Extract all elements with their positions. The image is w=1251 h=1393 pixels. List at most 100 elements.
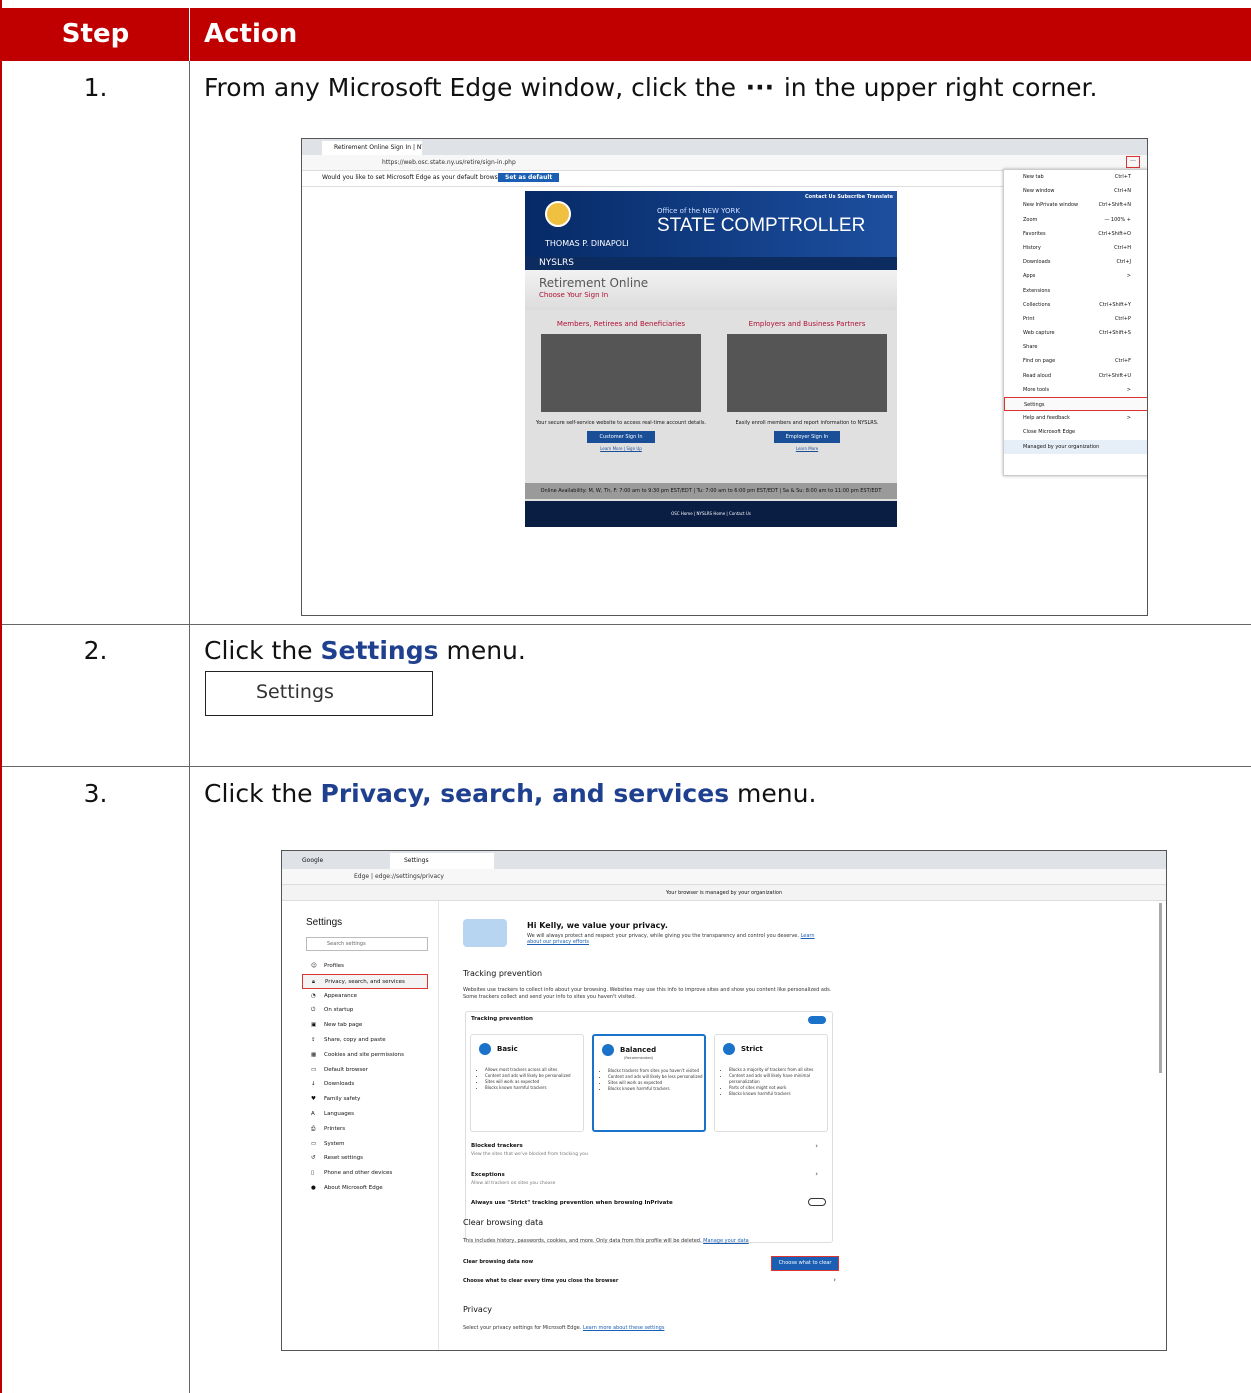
menu-item[interactable]: Apps > [1004, 269, 1147, 283]
sidebar-item[interactable]: ⎙ Printers [302, 1122, 428, 1137]
ro-title: Retirement Online [539, 276, 649, 290]
employer-signin-button[interactable]: Employer Sign In [773, 431, 841, 443]
menu-item[interactable]: Close Microsoft Edge [1004, 425, 1147, 439]
member-photo [541, 334, 701, 412]
language-icon: A [311, 1110, 315, 1117]
clear-every-time[interactable]: Choose what to clear every time you clos… [463, 1278, 618, 1284]
state-seal-icon [545, 201, 571, 227]
more-icon[interactable]: ··· [1126, 156, 1140, 168]
strict-icon [723, 1043, 735, 1055]
menu-item[interactable]: New InPrivate window Ctrl+Shift+N [1004, 198, 1147, 212]
menu-item[interactable]: Collections Ctrl+Shift+Y [1004, 298, 1147, 312]
choose-what-to-clear-button[interactable]: Choose what to clear [771, 1256, 839, 1271]
nyslrs-bar: NYSLRS [525, 257, 897, 270]
level-name: Strict [741, 1045, 763, 1053]
sidebar-item-privacy[interactable]: 🔒︎ Privacy, search, and services [302, 973, 428, 989]
menu-item[interactable]: History Ctrl+H [1004, 241, 1147, 255]
sidebar-item[interactable]: ● About Microsoft Edge [302, 1181, 428, 1196]
menu-item[interactable]: Downloads Ctrl+J [1004, 255, 1147, 269]
menu-item[interactable]: Print Ctrl+P [1004, 312, 1147, 326]
manage-data-link[interactable]: Manage your data [703, 1238, 749, 1244]
blocked-trackers[interactable]: Blocked trackers [471, 1143, 523, 1149]
sidebar-item[interactable]: ▣ New tab page [302, 1018, 428, 1033]
instruction-highlight: Settings [320, 636, 439, 665]
browser-tab[interactable]: Google [302, 855, 323, 867]
members-column: Members, Retirees and Beneficiaries Your… [531, 320, 711, 451]
clear-browsing-desc: This includes history, passwords, cookie… [463, 1238, 749, 1244]
menu-item[interactable]: New window Ctrl+N [1004, 184, 1147, 198]
sidebar-item[interactable]: ▭ Default browser [302, 1063, 428, 1078]
sidebar-item[interactable]: ◔ Appearance [302, 989, 428, 1004]
customer-signin-button[interactable]: Customer Sign In [587, 431, 655, 443]
set-default-button[interactable]: Set as default [498, 173, 560, 182]
lock-icon: 🔒︎ [312, 978, 315, 985]
menu-item[interactable]: Zoom — 100% + [1004, 213, 1147, 227]
level-strict[interactable]: Strict Blocks a majority of trackers fro… [714, 1034, 828, 1132]
search-input[interactable]: Search settings [306, 937, 428, 951]
chevron-right-icon[interactable]: › [815, 1170, 818, 1178]
sidebar-item[interactable]: ▭ System [302, 1137, 428, 1152]
sidebar-item[interactable]: ↓ Downloads [302, 1077, 428, 1092]
column-link[interactable]: Learn More [717, 446, 897, 451]
edge-menu-screenshot: Retirement Online Sign In | NYSL https:/… [301, 138, 1148, 616]
exceptions[interactable]: Exceptions [471, 1172, 505, 1178]
header-action: Action [204, 19, 298, 49]
chevron-right-icon[interactable]: › [833, 1276, 836, 1284]
menu-item[interactable]: Share [1004, 340, 1147, 354]
sidebar-item[interactable]: A Languages [302, 1107, 428, 1122]
menu-item[interactable]: Find on page Ctrl+F [1004, 354, 1147, 368]
step-instruction: Click the Privacy, search, and services … [204, 779, 816, 808]
header-step: Step [61, 19, 130, 49]
privacy-settings-link[interactable]: Learn more about these settings [583, 1325, 665, 1331]
browser-tab-settings[interactable]: Settings [390, 853, 494, 869]
menu-item[interactable]: New tab Ctrl+T [1004, 170, 1147, 184]
sidebar-item[interactable]: ▦ Cookies and site permissions [302, 1048, 428, 1063]
retirement-online-header: Retirement Online Choose Your Sign In [525, 270, 897, 310]
blocked-trackers-sub: View the sites that we've blocked from t… [471, 1152, 588, 1157]
chevron-right-icon[interactable]: › [815, 1142, 818, 1150]
power-icon: ⏻ [311, 1007, 316, 1014]
menu-item[interactable]: More tools > [1004, 383, 1147, 397]
level-basic[interactable]: Basic Allows most trackers across all si… [470, 1034, 584, 1132]
sidebar-item[interactable]: ☺ Profiles [302, 959, 428, 974]
step-instruction: Click the Settings menu. [204, 636, 526, 665]
hero-subtitle: We will always protect and respect your … [527, 933, 815, 945]
site-toplinks[interactable]: Contact Us Subscribe Translate [805, 194, 893, 200]
column-link[interactable]: Learn More | Sign Up [531, 446, 711, 451]
site-office: Office of the NEW YORK [657, 207, 741, 215]
managed-bar: Your browser is managed by your organiza… [282, 885, 1166, 901]
recommended-label: (Recommended) [624, 1056, 654, 1060]
column-description: Easily enroll members and report informa… [735, 420, 879, 426]
tracking-toggle[interactable] [808, 1016, 826, 1024]
strict-inprivate-toggle[interactable] [808, 1198, 826, 1206]
menu-item[interactable]: Help and feedback > [1004, 411, 1147, 425]
sidebar-item[interactable]: ⇪ Share, copy and paste [302, 1033, 428, 1048]
edge-menu: New tab Ctrl+T New window Ctrl+N New InPri… [1003, 169, 1147, 476]
level-balanced[interactable]: Balanced (Recommended) Blocks trackers f… [592, 1034, 706, 1132]
tracking-prevention-card: Tracking prevention Basic Allows most tr… [465, 1011, 833, 1243]
site-footer[interactable]: OSC Home | NYSLRS Home | Contact Us [525, 501, 897, 527]
site-name: THOMAS P. DINAPOLI [545, 239, 629, 248]
reset-icon: ↺ [311, 1155, 316, 1162]
ro-subtitle: Choose Your Sign In [539, 291, 609, 299]
share-icon: ⇪ [311, 1036, 316, 1043]
sidebar-item[interactable]: ⏻ On startup [302, 1003, 428, 1018]
menu-item[interactable]: Web capture Ctrl+Shift+S [1004, 326, 1147, 340]
scrollbar[interactable] [1159, 903, 1162, 1073]
instruction-text: menu. [438, 636, 526, 665]
url-text[interactable]: Edge | edge://settings/privacy [354, 871, 444, 883]
browser-tab[interactable]: Retirement Online Sign In | NYSL [322, 141, 422, 155]
tracking-prevention-label: Tracking prevention [471, 1016, 533, 1022]
sidebar-item[interactable]: ♥ Family safety [302, 1092, 428, 1107]
url-text[interactable]: https://web.osc.state.ny.us/retire/sign-… [382, 157, 516, 169]
menu-item[interactable]: Favorites Ctrl+Shift+O [1004, 227, 1147, 241]
sidebar-item[interactable]: ▯ Phone and other devices [302, 1166, 428, 1181]
profile-icon: ☺ [311, 963, 317, 969]
family-icon: ♥ [311, 1096, 316, 1103]
menu-item[interactable]: Read aloud Ctrl+Shift+U [1004, 369, 1147, 383]
sidebar-item[interactable]: ↺ Reset settings [302, 1151, 428, 1166]
menu-item-settings[interactable]: Settings [1004, 397, 1147, 412]
step-number: 3. [83, 779, 108, 808]
menu-item[interactable]: Extensions [1004, 284, 1147, 298]
menu-item-managed[interactable]: Managed by your organization [1004, 439, 1147, 454]
